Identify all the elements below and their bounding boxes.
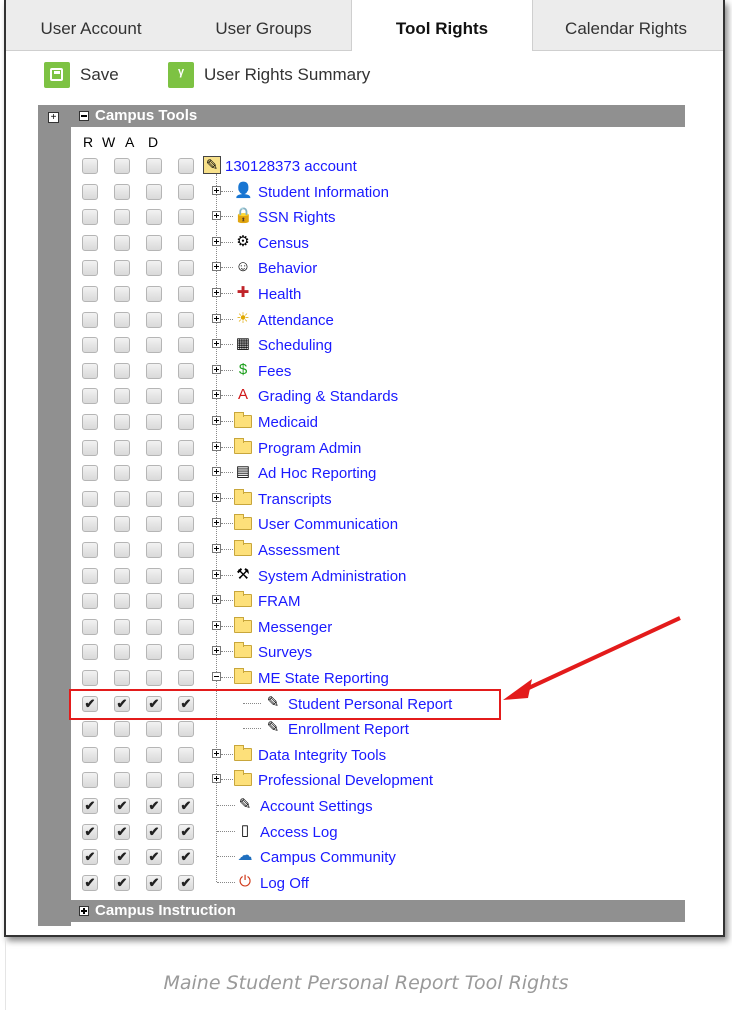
annotation-arrow <box>503 616 681 700</box>
arrow-head <box>503 679 532 700</box>
image-caption: Maine Student Personal Report Tool Right… <box>163 972 569 994</box>
arrow-shaft <box>519 616 681 694</box>
